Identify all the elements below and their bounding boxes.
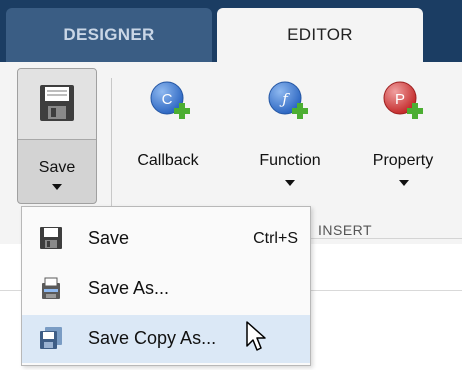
property-button[interactable]: P Property [353,80,453,200]
function-label: Function [259,152,321,169]
save-split-button[interactable]: Save [17,68,97,204]
add-function-icon: ƒ [268,81,308,119]
floppy-disk-icon [40,227,62,249]
chevron-down-icon [285,180,295,186]
svg-text:P: P [395,91,405,108]
menu-item-save-as[interactable]: Save As... [22,265,310,313]
save-button-label: Save [38,159,76,176]
add-callback-icon: C [150,81,190,119]
save-button-top[interactable] [18,69,96,140]
menu-item-shortcut: Ctrl+S [253,230,298,247]
property-label: Property [372,152,434,169]
tab-designer[interactable]: DESIGNER [6,8,212,62]
chevron-down-icon [399,180,409,186]
group-separator [111,78,112,214]
function-button[interactable]: ƒ Function [240,80,340,200]
menu-item-label: Save As... [88,278,170,298]
chevron-down-icon [52,184,62,190]
floppy-disk-icon [40,85,74,121]
menu-item-label: Save Copy As... [88,328,217,348]
callback-label: Callback [137,152,199,169]
tab-editor[interactable]: EDITOR [217,8,423,62]
menu-item-label: Save [88,228,130,248]
insert-section-label: INSERT [318,222,373,238]
menu-item-save[interactable]: Save Ctrl+S [22,215,310,263]
mouse-pointer-icon [246,321,266,351]
save-copy-icon [40,327,62,349]
save-as-icon [42,277,60,299]
add-property-icon: P [383,81,423,119]
callback-button[interactable]: C Callback [118,80,218,200]
svg-text:C: C [162,91,173,108]
